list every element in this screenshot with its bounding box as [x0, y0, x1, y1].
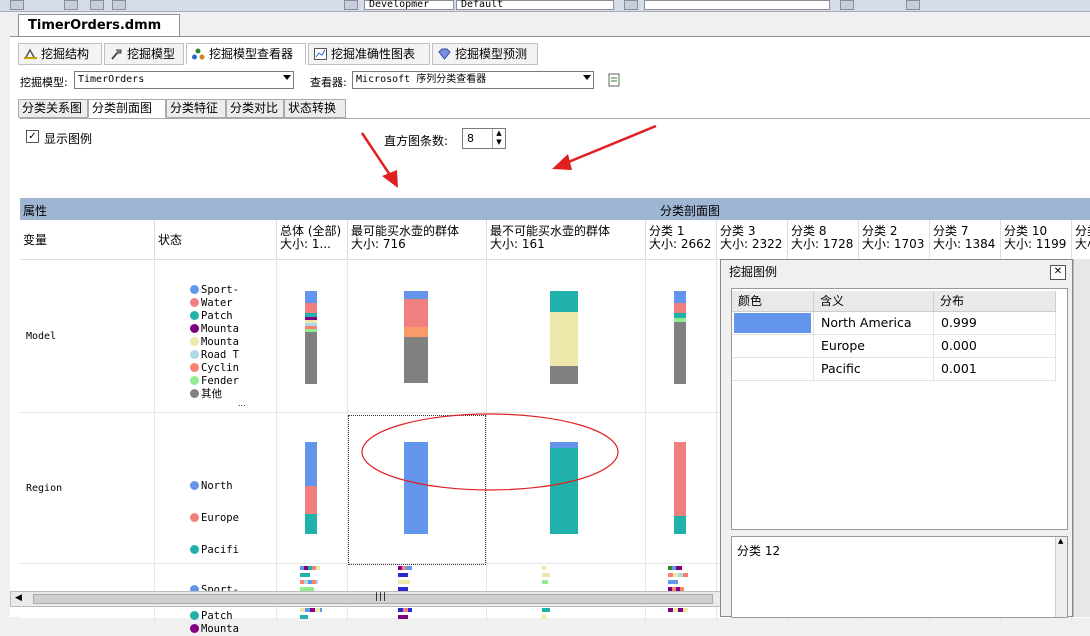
diamond-icon [438, 48, 451, 60]
row-label-region: Region [26, 483, 63, 494]
save-icon[interactable] [90, 0, 104, 10]
legend-meaning-header[interactable]: 含义 [814, 291, 934, 312]
find-icon[interactable] [840, 0, 854, 10]
legend-color-header[interactable]: 颜色 [732, 291, 814, 312]
viewer-label: 查看器: [310, 76, 347, 89]
legend-color-swatch [732, 335, 814, 358]
viewer-icon [192, 48, 205, 60]
cluster-column-header[interactable]: 总体 (全部) 大小: 1... [276, 220, 347, 260]
state-item: Road T [190, 349, 239, 362]
tab-cluster-profiles[interactable]: 分类剖面图 [88, 99, 166, 118]
chevron-down-icon [583, 75, 591, 80]
legend-distribution-header[interactable]: 分布 [934, 291, 1056, 312]
region-bar-most-likely[interactable] [404, 442, 428, 534]
document-tab[interactable]: TimerOrders.dmm [设计] [18, 14, 180, 54]
grid-column-headers: 变量 状态 总体 (全部) 大小: 1... 最可能买水壶的群体 大小: 716 最… [20, 220, 1090, 260]
cluster-profile-header: 分类剖面图 [660, 204, 721, 218]
viewer-select[interactable]: Microsoft 序列分类查看器 [352, 71, 594, 89]
tab-state-transitions[interactable]: 状态转换 [284, 99, 346, 118]
show-legend-checkbox[interactable]: ✓ [26, 130, 39, 143]
state-item: 其他 [190, 388, 239, 401]
legend-table: 颜色 含义 分布 North America 0.999 Europe 0.00… [731, 288, 1068, 530]
state-item: Europe [190, 502, 239, 534]
cluster-column-header[interactable]: 分类大小: [1071, 220, 1090, 260]
legend-color-swatch [732, 358, 814, 381]
model-state-legend: Sport- Water Patch Mounta Mounta Road T … [190, 284, 239, 401]
structure-icon [24, 48, 37, 60]
legend-distribution: 0.000 [934, 335, 1056, 358]
horizontal-scrollbar[interactable]: ◀ ||| [10, 591, 726, 607]
tab-cluster-discrimination[interactable]: 分类对比 [226, 99, 284, 118]
state-item: Sport- [190, 284, 239, 297]
toolbar: Developmer Default [0, 0, 1090, 12]
state-item: North [190, 470, 239, 502]
chevron-down-icon [283, 75, 291, 80]
row-label-model: Model [26, 331, 57, 342]
legend-description: 分类 12 ▲ [731, 536, 1068, 618]
show-legend-label: 显示图例 [44, 132, 93, 146]
scroll-up-icon[interactable]: ▲ [1058, 537, 1063, 545]
close-icon[interactable]: ✕ [1050, 265, 1066, 280]
scrollbar-thumb[interactable] [33, 594, 713, 604]
open-icon[interactable] [64, 0, 78, 10]
variable-column-header[interactable]: 变量 [20, 220, 154, 260]
tab-cluster-diagram[interactable]: 分类关系图 [18, 99, 88, 118]
grid-header-band: 属性 分类剖面图 [20, 198, 1090, 220]
new-icon[interactable] [10, 0, 24, 10]
cluster-column-header[interactable]: 分类 10 大小: 1199 [1000, 220, 1071, 260]
state-item: Pacifi [190, 534, 239, 566]
mining-legend-window: 挖掘图例 ✕ 颜色 含义 分布 North America 0.999 Euro… [720, 259, 1073, 618]
tab-mining-model-viewer[interactable]: 挖掘模型查看器 [186, 43, 306, 65]
vertical-scrollbar[interactable] [1073, 259, 1090, 617]
cluster-column-header[interactable]: 分类 8 大小: 1728 [787, 220, 858, 260]
legend-meaning: North America [814, 312, 934, 335]
grip-icon: ||| [375, 592, 388, 602]
configuration-combo[interactable]: Developmer [364, 0, 454, 10]
cluster-column-header[interactable]: 分类 2 大小: 1703 [858, 220, 929, 260]
find-combo[interactable] [644, 0, 830, 10]
cluster-column-header[interactable]: 最不可能买水壶的群体 大小: 161 [486, 220, 645, 260]
state-item: Patch [190, 310, 239, 323]
tab-mining-accuracy-chart[interactable]: 挖掘准确性图表 [308, 43, 430, 65]
mining-model-select[interactable]: TimerOrders [74, 71, 294, 89]
state-item: Water [190, 297, 239, 310]
cluster-column-header[interactable]: 分类 7 大小: 1384 [929, 220, 1000, 260]
legend-color-swatch [732, 312, 814, 335]
chart-icon [314, 48, 327, 60]
attribute-header: 属性 [23, 204, 48, 218]
cluster-column-header[interactable]: 分类 3 大小: 2322 [716, 220, 787, 260]
spinner-arrows-icon[interactable]: ▲ ▼ [492, 129, 505, 148]
legend-window-title[interactable]: 挖掘图例 [721, 260, 1072, 284]
more-states-indicator: ... [238, 399, 246, 408]
description-scrollbar[interactable]: ▲ [1055, 537, 1067, 617]
state-item: Cyclin [190, 362, 239, 375]
histogram-bars-label: 直方图条数: [384, 134, 449, 148]
tab-mining-models[interactable]: 挖掘模型 [104, 43, 184, 65]
delete-icon[interactable] [906, 0, 920, 10]
tab-mining-model-prediction[interactable]: 挖掘模型预测 [432, 43, 538, 65]
folder-icon[interactable] [624, 0, 638, 10]
save-all-icon[interactable] [112, 0, 126, 10]
region-state-legend: North Europe Pacifi [190, 470, 239, 566]
state-item: Fender [190, 375, 239, 388]
state-column-header[interactable]: 状态 [154, 220, 276, 260]
state-item: Mounta [190, 623, 239, 636]
platform-combo[interactable]: Default [456, 0, 614, 10]
tab-mining-structure[interactable]: 挖掘结构 [18, 43, 102, 65]
cluster-column-header[interactable]: 分类 1 大小: 2662 [645, 220, 716, 260]
legend-distribution: 0.001 [934, 358, 1056, 381]
cluster-column-header[interactable]: 最可能买水壶的群体 大小: 716 [347, 220, 486, 260]
legend-meaning: Pacific [814, 358, 934, 381]
mining-model-label: 挖掘模型: [20, 76, 68, 89]
hammer-icon [111, 49, 122, 60]
legend-distribution: 0.999 [934, 312, 1056, 335]
start-icon[interactable] [344, 0, 358, 10]
state-item: Mounta [190, 323, 239, 336]
tab-cluster-characteristics[interactable]: 分类特征 [166, 99, 226, 118]
copy-icon[interactable] [608, 73, 621, 87]
state-item: Mounta [190, 336, 239, 349]
legend-meaning: Europe [814, 335, 934, 358]
histogram-bars-spinner[interactable]: 8 ▲ ▼ [462, 128, 506, 149]
scroll-left-icon[interactable]: ◀ [15, 593, 22, 603]
